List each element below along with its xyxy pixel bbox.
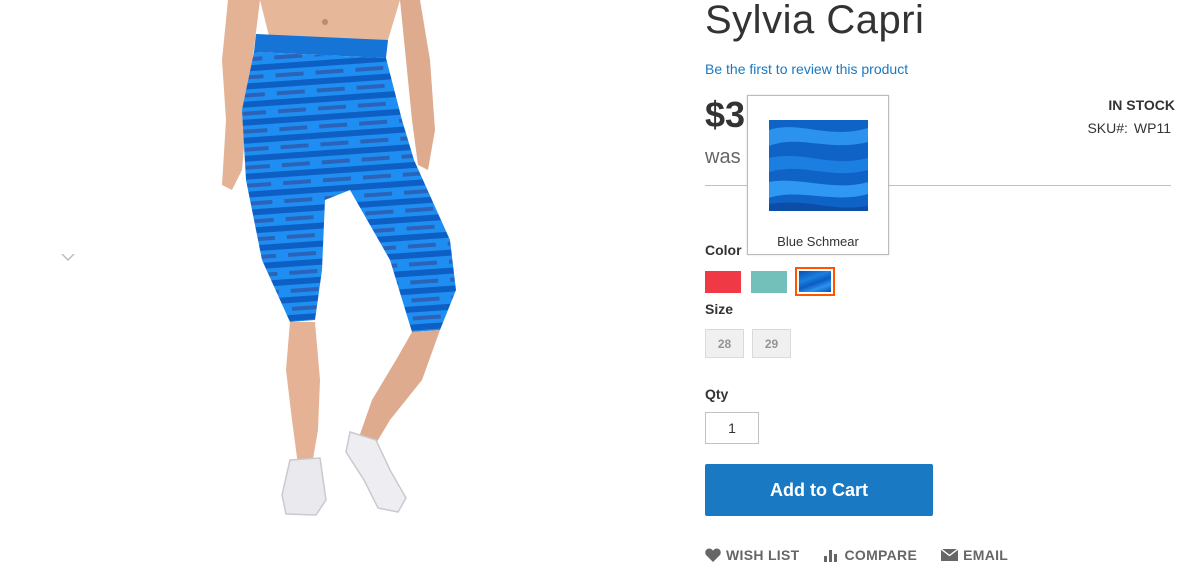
size-option-29[interactable]: 29	[752, 329, 791, 358]
product-title: Sylvia Capri	[705, 0, 925, 42]
size-option-28[interactable]: 28	[705, 329, 744, 358]
tooltip-arrow	[61, 253, 75, 261]
color-swatch-blue-fill	[799, 271, 831, 292]
email-label: EMAIL	[963, 547, 1009, 563]
email-link[interactable]: EMAIL	[941, 547, 1008, 563]
sku-label: SKU#:	[1087, 120, 1128, 136]
product-sku: SKU#: WP11	[1087, 120, 1171, 136]
wish-list-label: WISH LIST	[726, 547, 800, 563]
heart-icon	[705, 548, 721, 562]
color-swatch-teal[interactable]	[751, 271, 787, 293]
product-image[interactable]	[150, 0, 540, 530]
swatch-preview-image	[769, 120, 868, 211]
compare-link[interactable]: COMPARE	[823, 547, 917, 563]
envelope-icon	[941, 549, 959, 561]
bar-chart-icon	[824, 550, 838, 562]
review-link[interactable]: Be the first to review this product	[705, 61, 908, 77]
size-label: Size	[705, 301, 734, 317]
product-social-actions: WISH LIST COMPARE EMAIL	[705, 547, 1008, 563]
qty-input[interactable]	[705, 412, 759, 444]
sku-value: WP11	[1133, 120, 1171, 136]
add-to-cart-button[interactable]: Add to Cart	[705, 464, 933, 516]
color-label: Color	[705, 242, 742, 258]
compare-label: COMPARE	[844, 547, 918, 563]
qty-label: Qty	[705, 386, 729, 402]
swatch-tooltip-title: Blue Schmear	[777, 234, 859, 249]
wish-list-link[interactable]: WISH LIST	[705, 547, 799, 563]
fabric-pattern-icon	[769, 120, 868, 211]
product-price: $3	[705, 94, 746, 135]
product-photo-capri-pants-icon	[222, 0, 456, 516]
old-price: was	[705, 146, 741, 168]
color-swatch-red[interactable]	[705, 271, 741, 293]
stock-status: IN STOCK	[1108, 97, 1175, 113]
color-swatch-blue-schmear[interactable]	[795, 267, 835, 296]
swatch-tooltip: Blue Schmear	[747, 95, 889, 255]
